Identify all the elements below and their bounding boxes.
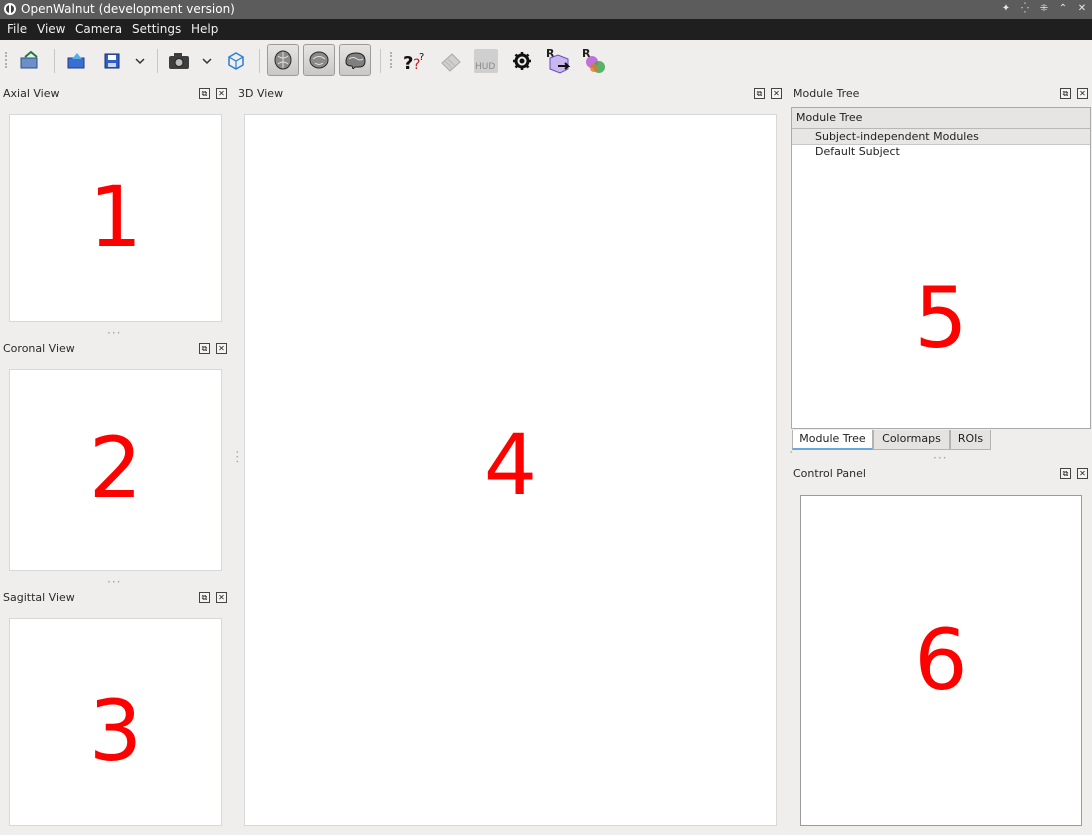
disabled-grid-icon[interactable] <box>438 48 464 74</box>
tab-label: Colormaps <box>882 432 941 445</box>
coronal-view-title: Coronal View <box>3 342 75 355</box>
float-dock-icon[interactable]: ⧉ <box>1060 88 1071 99</box>
coronal-view-canvas[interactable]: 2 <box>9 369 222 571</box>
axial-view-canvas[interactable]: 1 <box>9 114 222 322</box>
sagittal-slice-toggle-icon <box>345 52 366 69</box>
tree-item-subject-independent[interactable]: Subject-independent Modules <box>792 129 1090 145</box>
module-tree-widget[interactable]: Module Tree Subject-independent Modules … <box>791 107 1091 429</box>
tree-item-default-subject[interactable]: Default Subject <box>792 144 1090 159</box>
sagittal-view-canvas[interactable]: 3 <box>9 618 222 826</box>
screenshot-menu-chevron-icon[interactable] <box>197 48 217 74</box>
vertical-resize-handle[interactable]: · <box>784 450 798 455</box>
coronal-slice-toggle-button[interactable] <box>303 44 335 76</box>
close-icon[interactable]: ✕ <box>1076 3 1088 15</box>
reset-view-icon[interactable] <box>223 48 249 74</box>
hud-label: HUD <box>475 62 496 72</box>
svg-text:?: ? <box>419 52 424 63</box>
menu-help[interactable]: Help <box>191 22 218 36</box>
close-dock-icon[interactable]: ✕ <box>1077 468 1088 479</box>
save-menu-chevron-icon[interactable] <box>130 48 150 74</box>
settings-gear-icon[interactable] <box>509 48 535 74</box>
roi-remove-icon[interactable]: R <box>581 47 609 75</box>
close-dock-icon[interactable]: ✕ <box>771 88 782 99</box>
sagittal-view-title: Sagittal View <box>3 591 75 604</box>
3d-view-canvas[interactable]: 4 <box>244 114 777 826</box>
axial-view-title: Axial View <box>3 87 60 100</box>
toolbar-separator <box>54 49 55 73</box>
whats-this-help-icon[interactable]: ??? <box>401 48 427 74</box>
load-dataset-icon[interactable] <box>17 48 43 74</box>
toolbar-separator <box>380 49 381 73</box>
annotation-number: 1 <box>88 168 143 266</box>
tab-label: ROIs <box>957 432 984 445</box>
axial-slice-toggle-button[interactable] <box>267 44 299 76</box>
tab-rois[interactable]: ROIs <box>950 430 991 450</box>
coronal-slice-toggle-icon <box>309 51 329 69</box>
close-dock-icon[interactable]: ✕ <box>1077 88 1088 99</box>
svg-text:?: ? <box>403 53 413 74</box>
toolbar-separator <box>259 49 260 73</box>
float-dock-icon[interactable]: ⧉ <box>199 343 210 354</box>
dock-resize-handle[interactable]: ··· <box>933 451 947 465</box>
sagittal-slice-toggle-button[interactable] <box>339 44 371 76</box>
openwalnut-app-icon <box>4 3 16 15</box>
float-dock-icon[interactable]: ⧉ <box>199 592 210 603</box>
restore-icon[interactable]: ⁜ <box>1038 3 1050 15</box>
close-dock-icon[interactable]: ✕ <box>216 88 227 99</box>
maximize-icon[interactable]: ⌃ <box>1057 3 1069 15</box>
close-dock-icon[interactable]: ✕ <box>216 592 227 603</box>
toolbar-separator <box>157 49 158 73</box>
close-dock-icon[interactable]: ✕ <box>216 343 227 354</box>
hud-icon[interactable]: HUD <box>474 49 498 73</box>
annotation-number: 5 <box>914 269 968 367</box>
module-tree-header-label: Module Tree <box>796 111 863 124</box>
menu-bar: File View Camera Settings Help <box>0 19 1092 40</box>
save-icon[interactable] <box>99 48 125 74</box>
tree-item-label: Subject-independent Modules <box>815 130 979 143</box>
shade-icon[interactable]: ⁛ <box>1019 3 1031 15</box>
window-title: OpenWalnut (development version) <box>21 2 235 16</box>
axial-slice-toggle-icon <box>274 50 292 70</box>
menu-file[interactable]: File <box>7 22 27 36</box>
screenshot-icon[interactable] <box>166 48 192 74</box>
module-tree-title: Module Tree <box>793 87 860 100</box>
annotation-number: 6 <box>914 611 968 709</box>
tab-colormaps[interactable]: Colormaps <box>873 430 950 450</box>
dock-resize-handle[interactable]: ··· <box>107 326 121 340</box>
tab-label: Module Tree <box>799 432 866 445</box>
roi-box-arrow-icon <box>549 54 571 74</box>
menu-camera[interactable]: Camera <box>75 22 122 36</box>
roi-colored-shapes-icon <box>586 56 605 73</box>
toolbar-grip[interactable] <box>390 52 394 68</box>
dock-resize-handle[interactable]: ··· <box>107 575 121 589</box>
control-panel-area[interactable]: 6 <box>800 495 1082 826</box>
annotation-number: 2 <box>88 419 143 517</box>
tree-item-label: Default Subject <box>815 145 900 158</box>
pin-icon[interactable]: ✦ <box>1000 3 1012 15</box>
roi-add-icon[interactable]: R <box>545 47 573 75</box>
float-dock-icon[interactable]: ⧉ <box>754 88 765 99</box>
3d-view-title: 3D View <box>238 87 284 100</box>
float-dock-icon[interactable]: ⧉ <box>199 88 210 99</box>
load-project-icon[interactable] <box>64 48 90 74</box>
menu-settings[interactable]: Settings <box>132 22 181 36</box>
menu-view[interactable]: View <box>37 22 65 36</box>
annotation-number: 4 <box>483 416 538 514</box>
vertical-resize-handle[interactable]: ··· <box>230 450 244 464</box>
module-tree-header[interactable]: Module Tree <box>792 108 1090 129</box>
annotation-number: 3 <box>88 682 143 780</box>
toolbar-grip[interactable] <box>5 52 9 68</box>
window-title-bar[interactable]: OpenWalnut (development version) ✦ ⁛ ⁜ ⌃… <box>0 0 1092 19</box>
control-panel-title: Control Panel <box>793 467 866 480</box>
float-dock-icon[interactable]: ⧉ <box>1060 468 1071 479</box>
tab-module-tree[interactable]: Module Tree <box>792 430 873 450</box>
